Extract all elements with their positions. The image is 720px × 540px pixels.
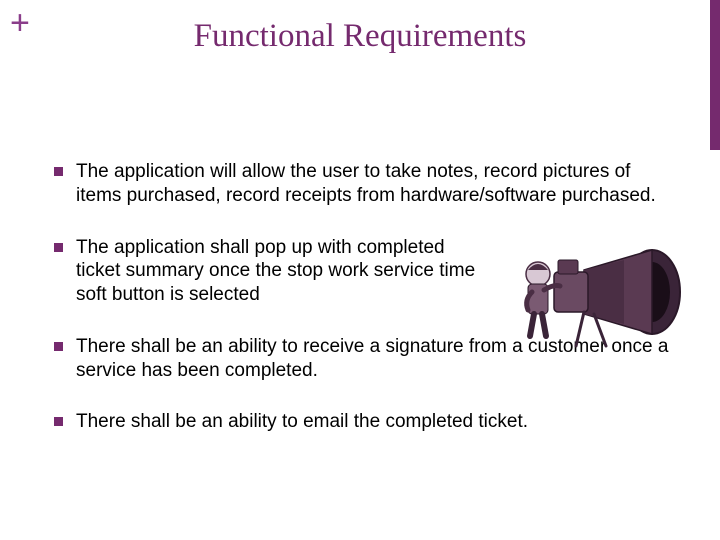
camera-illustration — [484, 232, 684, 352]
list-item: There shall be an ability to email the c… — [50, 410, 670, 434]
page-title: Functional Requirements — [0, 18, 720, 55]
bullet-text: There shall be an ability to email the c… — [76, 411, 528, 432]
bullet-text: The application shall pop up with comple… — [76, 237, 475, 306]
bullet-text: The application will allow the user to t… — [76, 161, 656, 206]
list-item: The application will allow the user to t… — [50, 160, 670, 208]
